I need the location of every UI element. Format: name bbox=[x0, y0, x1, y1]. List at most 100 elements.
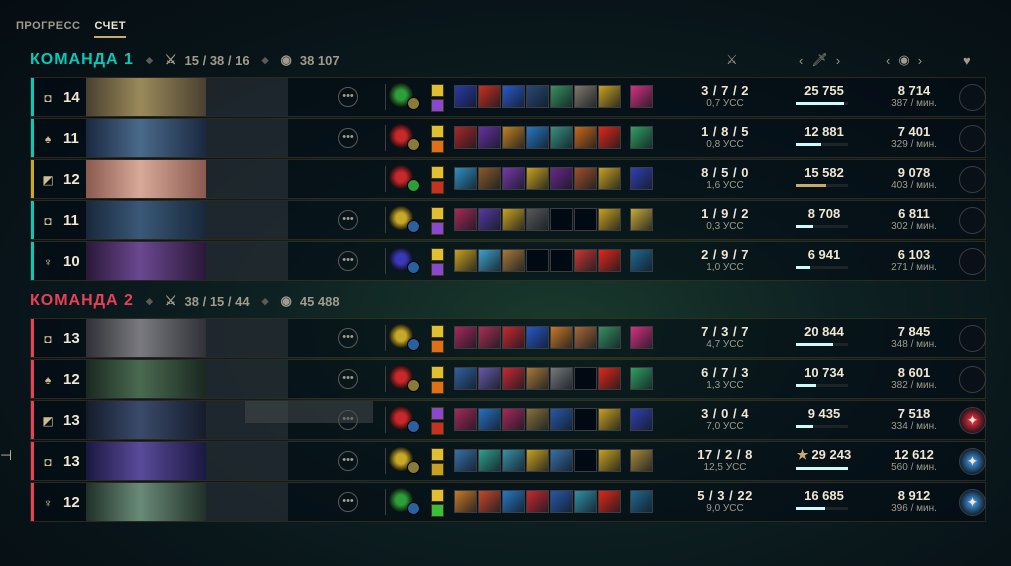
honor-button[interactable] bbox=[959, 166, 986, 193]
gold-cell: 12 612 560 / мин. bbox=[879, 447, 949, 473]
champion-portrait[interactable] bbox=[86, 160, 206, 198]
trinket-item-icon bbox=[630, 449, 653, 472]
champion-portrait[interactable] bbox=[86, 483, 206, 521]
player-row: ◘ 13 ••• 17 / 2 / 8 12,5 УСС ★ 29 243 12 612 560… bbox=[30, 441, 986, 481]
trinket-item-icon bbox=[630, 490, 653, 513]
summoner-spell-icon bbox=[431, 463, 444, 476]
champion-portrait[interactable] bbox=[86, 442, 206, 480]
summoner-spell-icon bbox=[431, 366, 444, 379]
damage-cell: 8 708 bbox=[796, 206, 852, 228]
damage-value: 25 755 bbox=[796, 83, 852, 98]
honor-button[interactable] bbox=[959, 125, 986, 152]
trinket-item-icon bbox=[630, 85, 653, 108]
kda-value: 1 / 8 / 5 bbox=[701, 124, 749, 139]
chevron-left-icon[interactable]: ‹ bbox=[886, 53, 890, 68]
gold-value: 7 845 bbox=[897, 324, 931, 339]
secondary-rune-icon bbox=[407, 179, 420, 192]
damage-bar bbox=[796, 143, 848, 146]
item-icon bbox=[598, 490, 621, 513]
champion-level: 10 bbox=[63, 253, 80, 270]
damage-bar-fill bbox=[796, 384, 816, 387]
kda-column-header: ⚔ bbox=[726, 50, 738, 70]
item-icon bbox=[502, 490, 525, 513]
champion-portrait[interactable] bbox=[86, 319, 206, 357]
secondary-rune-icon bbox=[407, 461, 420, 474]
damage-cell: 20 844 bbox=[796, 324, 852, 346]
item-icon bbox=[478, 367, 501, 390]
more-options-icon[interactable]: ••• bbox=[338, 87, 358, 107]
champion-portrait[interactable] bbox=[86, 201, 206, 239]
gold-per-min: 329 / мин. bbox=[891, 139, 937, 150]
honor-badge-icon[interactable]: ✦ bbox=[959, 407, 986, 434]
item-icon bbox=[550, 85, 573, 108]
damage-bar-fill bbox=[796, 425, 814, 428]
team-2-header: КОМАНДА 2 ◆ ⚔ 38 / 15 / 44 ◆ ◉ 45 488 bbox=[30, 292, 340, 309]
cs-per-min: 12,5 УСС bbox=[703, 462, 747, 473]
tab-score[interactable]: СЧЕТ bbox=[94, 20, 126, 38]
summoner-spell-icon bbox=[431, 99, 444, 112]
tabs: ПРОГРЕСС СЧЕТ bbox=[16, 20, 126, 38]
more-options-icon[interactable]: ••• bbox=[338, 251, 358, 271]
item-slots bbox=[454, 449, 653, 472]
champion-portrait[interactable] bbox=[86, 242, 206, 280]
item-icon bbox=[598, 449, 621, 472]
divider bbox=[385, 325, 386, 351]
player-row: ◘ 11 ••• 1 / 9 / 2 0,3 УСС 8 708 6 811 302 / ми… bbox=[30, 200, 986, 240]
damage-column-header[interactable]: ‹ 🗡 › bbox=[799, 50, 840, 70]
team-color-bar bbox=[31, 119, 34, 157]
honor-button[interactable] bbox=[959, 248, 986, 275]
more-options-icon[interactable]: ••• bbox=[338, 128, 358, 148]
trinket-item-icon bbox=[630, 126, 653, 149]
item-icon bbox=[454, 208, 477, 231]
item-icon bbox=[502, 367, 525, 390]
gold-per-min: 271 / мин. bbox=[891, 262, 937, 273]
item-slots bbox=[454, 167, 653, 190]
chevron-right-icon[interactable]: › bbox=[918, 53, 922, 68]
champion-portrait[interactable] bbox=[86, 401, 206, 439]
champion-portrait[interactable] bbox=[86, 119, 206, 157]
honor-badge-icon[interactable]: ✦ bbox=[959, 489, 986, 516]
item-icon bbox=[598, 249, 621, 272]
gold-per-min: 334 / мин. bbox=[891, 421, 937, 432]
damage-value: 16 685 bbox=[796, 488, 852, 503]
player-row: ♠ 11 ••• 1 / 8 / 5 0,8 УСС 12 881 7 401 329 / м… bbox=[30, 118, 986, 158]
item-icon bbox=[574, 367, 597, 390]
player-row: ◩13•••3 / 0 / 47,0 УСС9 4357 518334 / ми… bbox=[30, 400, 986, 440]
more-options-icon[interactable]: ••• bbox=[338, 328, 358, 348]
more-options-icon[interactable]: ••• bbox=[338, 369, 358, 389]
top-icon: ◘ bbox=[44, 455, 52, 469]
honor-button[interactable] bbox=[959, 207, 986, 234]
gold-per-min: 382 / мин. bbox=[891, 380, 937, 391]
item-icon bbox=[478, 167, 501, 190]
player-row: ◘ 13 ••• 7 / 3 / 7 4,7 УСС 20 844 7 845 348 / м… bbox=[30, 318, 986, 358]
summoner-spell-icon bbox=[431, 166, 444, 179]
champion-portrait[interactable] bbox=[86, 360, 206, 398]
chevron-left-icon[interactable]: ‹ bbox=[799, 53, 803, 68]
summoner-spell-icon bbox=[431, 248, 444, 261]
honor-button[interactable] bbox=[959, 366, 986, 393]
team-color-bar bbox=[31, 160, 34, 198]
damage-value: 15 582 bbox=[796, 165, 852, 180]
honor-button[interactable] bbox=[959, 325, 986, 352]
tab-progress[interactable]: ПРОГРЕСС bbox=[16, 20, 80, 38]
damage-bar bbox=[796, 425, 848, 428]
gold-value: 7 518 bbox=[897, 406, 931, 421]
damage-bar-fill bbox=[796, 225, 813, 228]
honor-button[interactable] bbox=[959, 84, 986, 111]
damage-cell: 15 582 bbox=[796, 165, 852, 187]
honor-badge-icon[interactable]: ✦ bbox=[959, 448, 986, 475]
cs-per-min: 1,6 УСС bbox=[706, 180, 744, 191]
item-icon bbox=[478, 449, 501, 472]
chevron-right-icon[interactable]: › bbox=[836, 53, 840, 68]
gold-cell: 7 845 348 / мин. bbox=[879, 324, 949, 350]
more-options-icon[interactable]: ••• bbox=[338, 492, 358, 512]
cs-per-min: 7,0 УСС bbox=[706, 421, 744, 432]
damage-value: 8 708 bbox=[796, 206, 852, 221]
more-options-icon[interactable]: ••• bbox=[338, 451, 358, 471]
gold-column-header[interactable]: ‹ ◉ › bbox=[886, 50, 922, 70]
more-options-icon[interactable]: ••• bbox=[338, 210, 358, 230]
divider bbox=[385, 366, 386, 392]
coins-icon: ◉ bbox=[280, 293, 292, 308]
player-name-redacted bbox=[206, 319, 288, 357]
champion-portrait[interactable] bbox=[86, 78, 206, 116]
